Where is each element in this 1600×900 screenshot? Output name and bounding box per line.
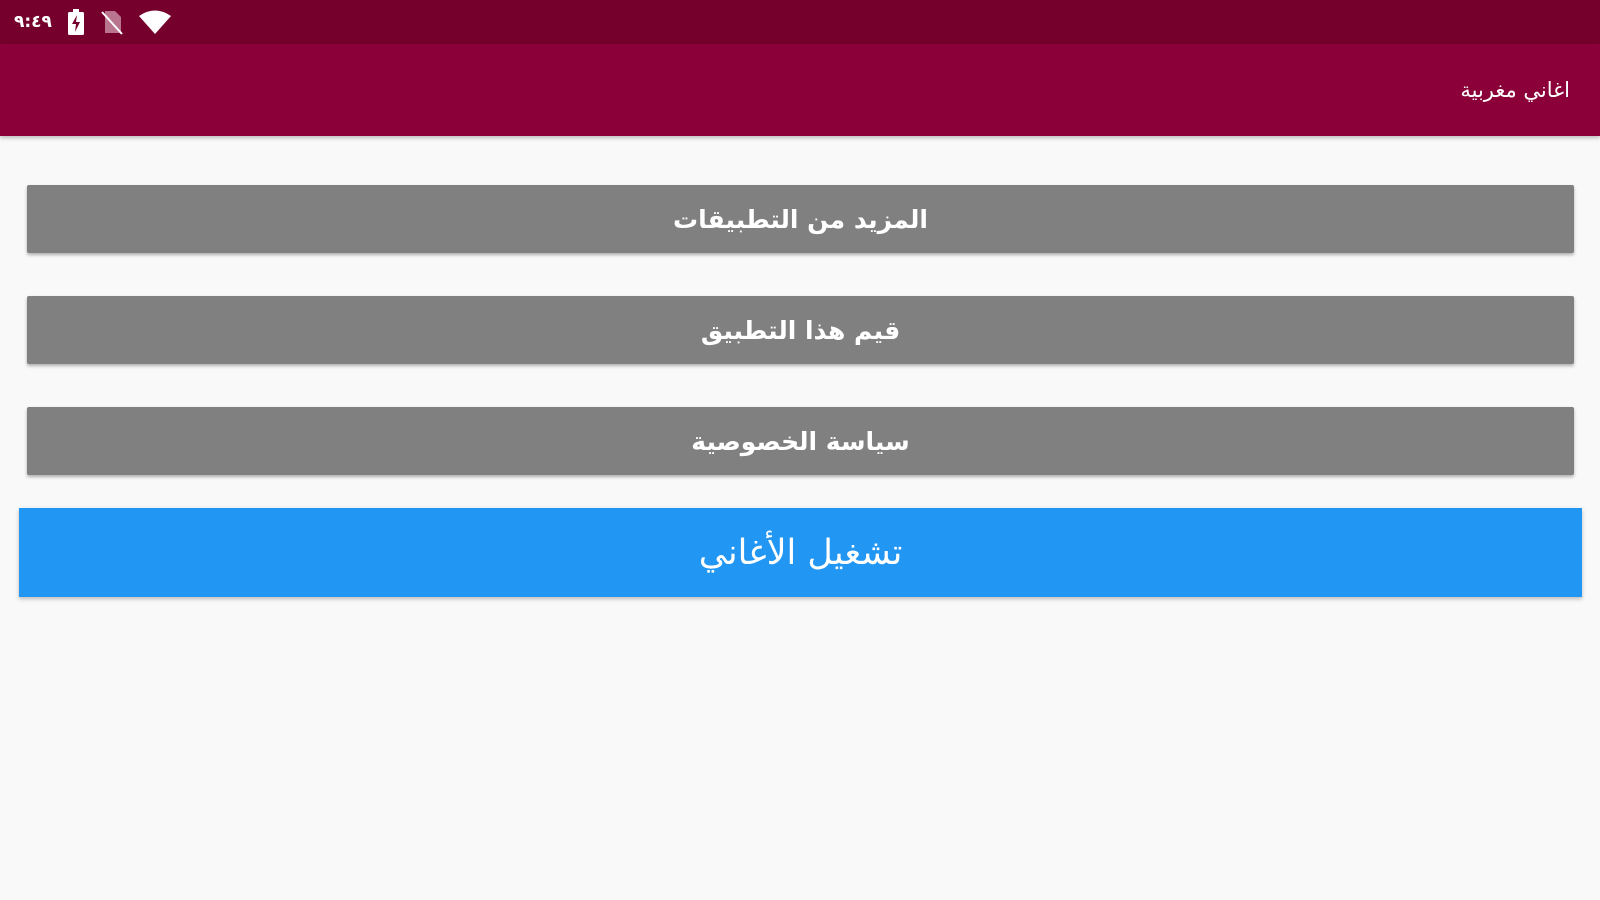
status-bar: ٩:٤٩ (0, 0, 1600, 44)
no-sim-icon (100, 9, 124, 35)
battery-charging-icon (66, 8, 86, 36)
app-bar: اغاني مغربية (0, 44, 1600, 136)
status-time: ٩:٤٩ (14, 12, 52, 32)
app-title: اغاني مغربية (1460, 78, 1570, 102)
more-apps-button[interactable]: المزيد من التطبيقات (27, 185, 1574, 253)
privacy-policy-button[interactable]: سياسة الخصوصية (27, 407, 1574, 475)
wifi-icon (138, 9, 172, 35)
play-songs-button[interactable]: تشغيل الأغاني (19, 508, 1582, 597)
rate-app-button[interactable]: قيم هذا التطبيق (27, 296, 1574, 364)
status-icons: ٩:٤٩ (14, 8, 172, 36)
